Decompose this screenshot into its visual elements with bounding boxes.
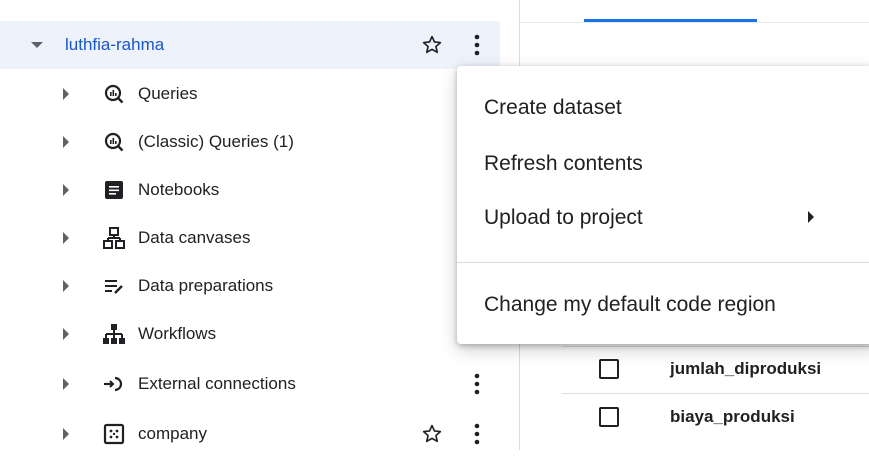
menu-item-label: Upload to project	[484, 206, 643, 229]
tree-item-data-preparations[interactable]: Data preparations	[0, 262, 500, 310]
menu-item-refresh-contents[interactable]: Refresh contents	[457, 136, 869, 192]
menu-item-label: Refresh contents	[484, 152, 643, 175]
tree-item-label: External connections	[138, 374, 296, 393]
tree-item-external-connections[interactable]: External connections	[0, 360, 500, 408]
tree-item-label: Workflows	[138, 324, 217, 343]
row-checkbox[interactable]	[599, 407, 619, 427]
tree-item-classic-queries[interactable]: (Classic) Queries (1)	[0, 118, 500, 166]
tree-item-queries[interactable]: Queries	[0, 70, 500, 118]
menu-item-label: Create dataset	[484, 96, 622, 119]
expand-arrow-icon[interactable]	[58, 277, 76, 295]
tree-item-label: (Classic) Queries (1)	[138, 132, 294, 151]
expand-arrow-icon[interactable]	[58, 375, 76, 393]
tree-item-notebooks[interactable]: Notebooks	[0, 166, 500, 214]
tree-item-company[interactable]: company	[0, 410, 500, 458]
expand-arrow-icon[interactable]	[58, 425, 76, 443]
notebook-icon	[103, 179, 125, 201]
project-name[interactable]: luthfia-rahma	[65, 34, 164, 56]
tree-item-label: Data canvases	[138, 228, 251, 247]
external-connection-icon	[103, 373, 125, 395]
expand-arrow-icon[interactable]	[58, 133, 76, 151]
menu-item-label: Change my default code region	[484, 293, 776, 316]
menu-item-upload-to-project[interactable]: Upload to project	[457, 190, 869, 246]
tree-item-label: Queries	[138, 84, 198, 103]
expand-arrow-icon[interactable]	[58, 181, 76, 199]
tab-bar-divider	[520, 22, 869, 23]
classic-query-icon	[103, 131, 125, 153]
submenu-arrow-icon	[806, 210, 816, 224]
data-preparation-icon	[103, 275, 125, 297]
field-name-cell: jumlah_diproduksi	[670, 359, 822, 378]
explorer-panel: luthfia-rahma Queries (Classic) Queries …	[0, 0, 520, 450]
project-row[interactable]: luthfia-rahma	[0, 21, 500, 69]
data-canvas-icon	[103, 227, 125, 249]
more-vert-icon[interactable]	[472, 33, 482, 57]
collapse-arrow-icon[interactable]	[28, 36, 46, 54]
query-icon	[103, 83, 125, 105]
dataset-icon	[103, 423, 125, 445]
context-menu: Create dataset Refresh contents Upload t…	[457, 66, 869, 344]
tree-item-workflows[interactable]: Workflows	[0, 310, 500, 358]
menu-item-change-default-code-region[interactable]: Change my default code region	[457, 277, 869, 333]
tree-item-label: company	[138, 424, 207, 443]
star-icon[interactable]	[421, 34, 443, 56]
more-vert-icon[interactable]	[472, 422, 482, 446]
tree-item-label: Notebooks	[138, 180, 220, 199]
expand-arrow-icon[interactable]	[58, 325, 76, 343]
star-icon[interactable]	[421, 423, 443, 445]
expand-arrow-icon[interactable]	[58, 85, 76, 103]
more-vert-icon[interactable]	[472, 372, 482, 396]
tree-item-label: Data preparations	[138, 276, 274, 295]
workflow-icon	[103, 323, 125, 345]
menu-item-create-dataset[interactable]: Create dataset	[457, 80, 869, 136]
active-tab-indicator	[584, 19, 757, 22]
field-name-cell: biaya_produksi	[670, 407, 795, 426]
expand-arrow-icon[interactable]	[58, 229, 76, 247]
tree-item-data-canvases[interactable]: Data canvases	[0, 214, 500, 262]
menu-divider	[457, 262, 869, 263]
row-checkbox[interactable]	[599, 359, 619, 379]
